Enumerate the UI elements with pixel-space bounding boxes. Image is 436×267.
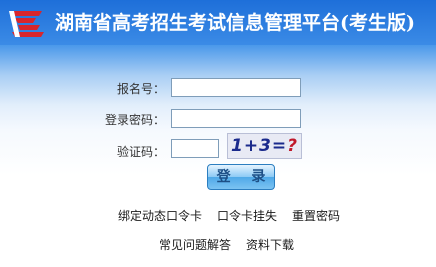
registration-label: 报名号： bbox=[116, 82, 165, 96]
page-title: 湖南省高考招生考试信息管理平台(考生版) bbox=[55, 12, 415, 34]
reset-password-link[interactable]: 重置密码 bbox=[292, 207, 340, 224]
captcha-input[interactable] bbox=[171, 139, 219, 158]
captcha-label: 验证码： bbox=[116, 145, 165, 159]
registration-number-input[interactable] bbox=[171, 78, 301, 97]
faq-link[interactable]: 常见问题解答 bbox=[159, 236, 231, 253]
password-label: 登录密码： bbox=[104, 113, 165, 127]
downloads-link[interactable]: 资料下载 bbox=[246, 236, 294, 253]
header-banner: 湖南省高考招生考试信息管理平台(考生版) bbox=[0, 0, 436, 45]
password-input[interactable] bbox=[171, 109, 301, 128]
bind-token-link[interactable]: 绑定动态口令卡 bbox=[118, 207, 202, 224]
captcha-question-mark: ? bbox=[287, 136, 299, 156]
login-button[interactable]: 登 录 bbox=[207, 164, 275, 190]
hunan-exam-logo-icon bbox=[9, 11, 44, 37]
report-loss-link[interactable]: 口令卡挂失 bbox=[217, 207, 277, 224]
captcha-text: 1+3= bbox=[230, 136, 288, 156]
captcha-image[interactable]: 1+3=? bbox=[227, 133, 302, 159]
